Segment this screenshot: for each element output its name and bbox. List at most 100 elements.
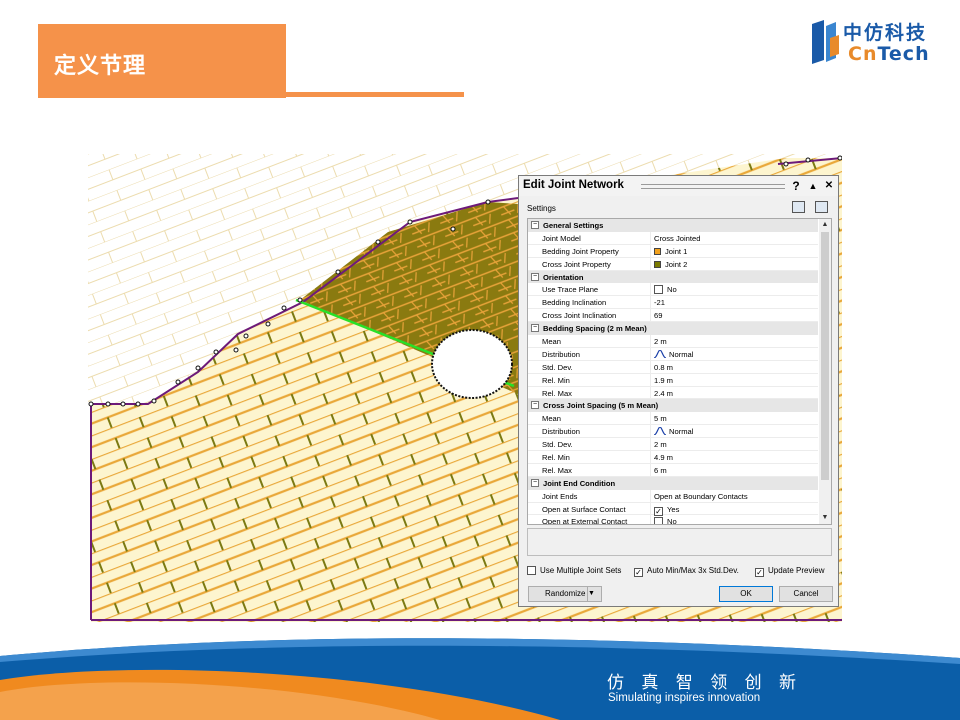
property-name: Rel. Max	[542, 465, 572, 475]
property-grid[interactable]: − General Settings Joint Model Cross Jointe…	[527, 218, 832, 525]
checkmark-icon[interactable]: ✓	[634, 568, 643, 577]
checkmark-icon[interactable]: ✓	[654, 506, 663, 516]
property-row[interactable]: Cross Joint Inclination 69	[528, 309, 818, 323]
dialog-title: Edit Joint Network	[523, 179, 624, 191]
column-divider	[650, 515, 651, 524]
property-value[interactable]: 69	[654, 311, 662, 320]
property-value[interactable]: 6 m	[654, 466, 667, 475]
grid-section-header[interactable]: − Bedding Spacing (2 m Mean)	[528, 322, 818, 336]
close-icon[interactable]: ✕	[822, 178, 836, 194]
copy-icon[interactable]	[792, 201, 805, 213]
checkbox-box[interactable]	[527, 566, 536, 575]
scroll-thumb[interactable]	[821, 232, 829, 480]
property-value-text: Cross Jointed	[654, 233, 701, 243]
property-name: Cross Joint Inclination	[542, 311, 617, 321]
column-divider	[650, 309, 651, 323]
property-value[interactable]: Normal	[654, 349, 694, 359]
property-value-text: Normal	[669, 427, 694, 437]
property-value[interactable]: No	[654, 517, 677, 524]
property-value[interactable]: -21	[654, 298, 665, 307]
property-value[interactable]: 2.4 m	[654, 389, 673, 398]
property-value[interactable]: 0.8 m	[654, 363, 673, 372]
title-banner: 定义节理	[38, 24, 286, 98]
property-value[interactable]: Joint 2	[654, 260, 687, 269]
property-value[interactable]: Open at Boundary Contacts	[654, 492, 748, 501]
column-divider	[650, 502, 651, 516]
property-name: Joint Ends	[542, 491, 578, 501]
property-grid-scrollbar[interactable]: ▲ ▼	[819, 219, 831, 524]
auto-min-max-checkbox[interactable]: ✓ Auto Min/Max 3x Std.Dev.	[634, 566, 739, 577]
property-value[interactable]: Cross Jointed	[654, 234, 700, 243]
collapse-section-icon[interactable]: −	[531, 272, 539, 281]
property-row[interactable]: Cross Joint Property Joint 2	[528, 257, 818, 271]
property-name: Bedding Inclination	[542, 298, 607, 308]
property-name: Std. Dev.	[542, 440, 573, 450]
property-value-text: 2 m	[654, 337, 667, 347]
checkmark-icon[interactable]: ✓	[755, 568, 764, 577]
property-row[interactable]: Open at Surface Contact ✓ Yes	[528, 502, 818, 516]
column-divider	[650, 257, 651, 271]
checkbox-box[interactable]	[654, 517, 663, 524]
grid-section-header[interactable]: − Cross Joint Spacing (5 m Mean)	[528, 399, 818, 413]
property-row[interactable]: Rel. Min 1.9 m	[528, 373, 818, 387]
property-value[interactable]: 1.9 m	[654, 376, 673, 385]
property-row[interactable]: Rel. Max 2.4 m	[528, 386, 818, 400]
property-name: Distribution	[542, 427, 580, 437]
column-divider	[650, 373, 651, 387]
property-value[interactable]: No	[654, 285, 677, 295]
cancel-button[interactable]: Cancel	[779, 586, 833, 602]
randomize-dropdown-icon[interactable]: ▼	[587, 587, 601, 601]
property-name: Rel. Max	[542, 388, 572, 398]
scroll-down-icon[interactable]: ▼	[819, 512, 831, 524]
property-row[interactable]: Joint Model Cross Jointed	[528, 231, 818, 245]
property-row[interactable]: Rel. Max 6 m	[528, 463, 818, 477]
property-row[interactable]: Mean 5 m	[528, 412, 818, 426]
property-row[interactable]: Rel. Min 4.9 m	[528, 451, 818, 465]
property-value[interactable]: 4.9 m	[654, 453, 673, 462]
property-row[interactable]: Std. Dev. 2 m	[528, 438, 818, 452]
property-row[interactable]: Use Trace Plane No	[528, 283, 818, 297]
ok-button[interactable]: OK	[719, 586, 773, 602]
property-row[interactable]: Bedding Joint Property Joint 1	[528, 244, 818, 258]
property-row[interactable]: Mean 2 m	[528, 335, 818, 349]
property-value[interactable]: Normal	[654, 427, 693, 436]
collapse-section-icon[interactable]: −	[531, 478, 539, 487]
property-row[interactable]: Open at External Contact No	[528, 515, 818, 525]
property-value[interactable]: 2 m	[654, 440, 667, 449]
property-row[interactable]: Bedding Inclination -21	[528, 296, 818, 310]
randomize-button[interactable]: Randomize ▼	[528, 586, 602, 602]
property-value[interactable]: 5 m	[654, 414, 667, 423]
column-divider	[650, 425, 651, 439]
checkbox-box[interactable]	[654, 285, 663, 295]
column-divider	[650, 347, 651, 361]
grid-section-header[interactable]: − Joint End Condition	[528, 476, 818, 490]
collapse-section-icon[interactable]: −	[531, 324, 539, 333]
help-icon[interactable]: ?	[789, 178, 803, 194]
property-value[interactable]: ✓ Yes	[654, 505, 679, 516]
company-logo: 中仿科技 CnTech	[810, 16, 945, 68]
property-name: Open at External Contact	[542, 517, 628, 525]
logo-mark-icon	[812, 20, 839, 64]
property-row[interactable]: Joint Ends Open at Boundary Contacts	[528, 489, 818, 503]
property-name: Open at Surface Contact	[542, 504, 626, 514]
property-row[interactable]: Distribution Normal	[528, 425, 818, 439]
grid-section-header[interactable]: − General Settings	[528, 219, 818, 232]
collapse-section-icon[interactable]: −	[531, 401, 539, 410]
property-value-text: Normal	[669, 349, 694, 359]
column-divider	[650, 283, 651, 297]
logo-en-suffix: Tech	[877, 43, 930, 65]
use-multiple-joint-sets-checkbox[interactable]: Use Multiple Joint Sets	[527, 566, 621, 575]
update-preview-checkbox[interactable]: ✓ Update Preview	[755, 566, 824, 577]
dialog-titlebar[interactable]: Edit Joint Network ? ▲ ✕	[519, 176, 838, 196]
titlebar-grip[interactable]	[641, 184, 785, 189]
grid-section-header[interactable]: − Orientation	[528, 270, 818, 284]
scroll-up-icon[interactable]: ▲	[819, 219, 831, 231]
property-value[interactable]: 2 m	[654, 337, 667, 346]
property-value[interactable]: Joint 1	[654, 247, 687, 256]
collapse-icon[interactable]: ▲	[806, 178, 820, 194]
edit-joint-network-dialog[interactable]: Edit Joint Network ? ▲ ✕ Settings − Gener…	[518, 175, 839, 607]
property-row[interactable]: Distribution Normal	[528, 347, 818, 361]
collapse-section-icon[interactable]: −	[531, 221, 539, 229]
paste-icon[interactable]	[815, 201, 828, 213]
property-row[interactable]: Std. Dev. 0.8 m	[528, 360, 818, 374]
